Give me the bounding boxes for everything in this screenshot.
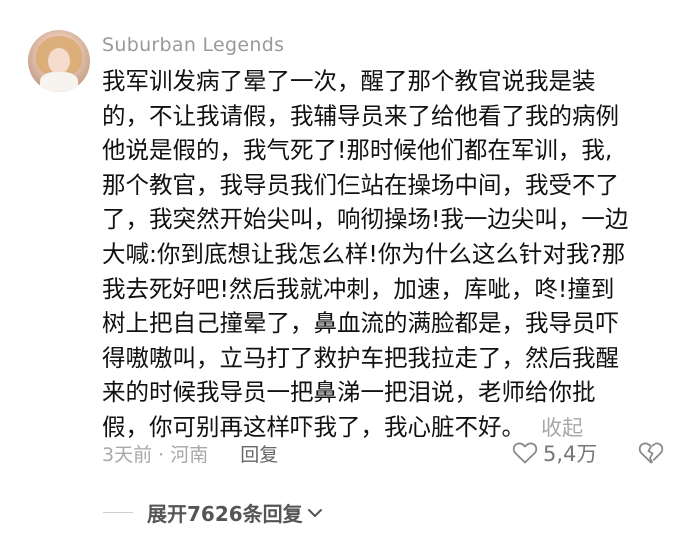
comment-line: 树上把自己撞晕了，鼻血流的满脸都是，我导员吓: [102, 309, 619, 338]
comment-line: 了，我突然开始尖叫，响彻操场!我一边尖叫，一边: [102, 205, 629, 234]
comment-line: 来的时候我导员一把鼻涕一把泪说，老师给你批: [102, 378, 596, 407]
comment-line: 大喊:你到底想让我怎么样!你为什么这么针对我?那: [102, 239, 626, 268]
reply-button[interactable]: 回复: [240, 440, 278, 467]
avatar[interactable]: [28, 30, 90, 92]
comment-line: 我军训发病了晕了一次，醒了那个教官说我是装: [102, 67, 596, 95]
expand-replies-label[interactable]: 展开7626条回复: [147, 498, 303, 527]
comment-line: 我去死好吧!然后我就冲刺，加速，库呲，咚!撞到: [102, 274, 615, 303]
comment-body: 我军训发病了晕了一次，醒了那个教官说我是装 的，不让我请假，我辅导员来了给他看了…: [102, 64, 650, 446]
comment-line: 那个教官，我导员我们仨站在操场中间，我受不了: [102, 170, 619, 199]
like-button[interactable]: 5,4万: [512, 438, 597, 468]
expand-replies[interactable]: 展开7626条回复: [103, 498, 323, 527]
comment-line: 的，不让我请假，我辅导员来了给他看了我的病例: [102, 101, 619, 130]
heart-outline-icon: [512, 442, 538, 464]
username[interactable]: Suburban Legends: [102, 34, 284, 56]
like-count: 5,4万: [543, 442, 598, 466]
broken-heart-icon: [638, 442, 664, 464]
comment-line: 他说是假的，我气死了!那时候他们都在军训，我,: [102, 136, 613, 165]
comment-line: 假，你可别再这样吓我了，我心脏不好。: [102, 412, 525, 441]
collapse-button[interactable]: 收起: [541, 416, 583, 440]
comment-line: 得嗷嗷叫，立马打了救护车把我拉走了，然后我醒: [102, 343, 619, 372]
divider-dash: [103, 512, 133, 513]
dislike-button[interactable]: [638, 441, 664, 469]
time-location: 3天前 · 河南: [102, 444, 209, 466]
chevron-down-icon: [307, 508, 322, 517]
comment-meta: 3天前 · 河南 回复: [102, 440, 278, 467]
